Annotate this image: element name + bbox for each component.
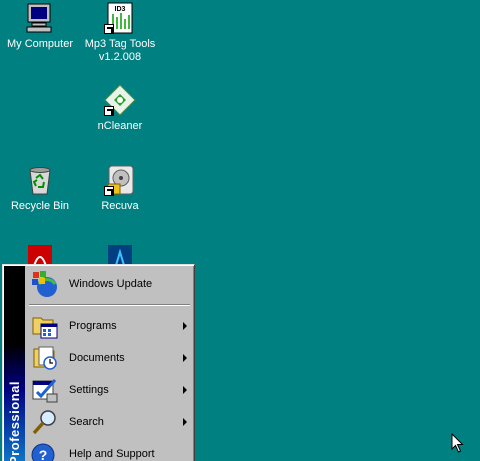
shortcut-arrow-icon bbox=[104, 24, 114, 34]
menu-item-label: Help and Support bbox=[69, 448, 155, 460]
menu-item-label: Windows Update bbox=[69, 278, 153, 290]
programs-icon bbox=[31, 312, 59, 340]
svg-text:?: ? bbox=[39, 447, 48, 461]
search-icon bbox=[31, 408, 59, 436]
submenu-arrow-icon bbox=[183, 354, 187, 362]
menu-item-settings[interactable]: Settings bbox=[27, 374, 193, 406]
start-menu: Professional Windows Update Programs Doc… bbox=[2, 264, 195, 461]
submenu-arrow-icon bbox=[183, 418, 187, 426]
computer-icon bbox=[24, 2, 56, 34]
desktop-icon-my-computer[interactable]: My Computer bbox=[0, 2, 80, 51]
desktop-icon-recuva[interactable]: Recuva bbox=[80, 164, 160, 213]
help-icon: ? bbox=[31, 440, 59, 461]
desktop-icon-label: Recuva bbox=[101, 200, 139, 212]
shortcut-arrow-icon bbox=[104, 106, 114, 116]
menu-item-label: Documents bbox=[69, 352, 125, 364]
desktop-icon-mp3-tag-tools[interactable]: ID3 Mp3 Tag Tools v1.2.008 bbox=[80, 2, 160, 64]
recycle-bin-icon bbox=[24, 164, 56, 196]
menu-item-help-and-support[interactable]: ? Help and Support bbox=[27, 438, 193, 461]
desktop-icon-ncleaner[interactable]: nCleaner bbox=[80, 84, 160, 133]
menu-item-documents[interactable]: Documents bbox=[27, 342, 193, 374]
menu-item-label: Settings bbox=[69, 384, 109, 396]
mp3-badge-text: ID3 bbox=[115, 6, 126, 13]
menu-separator bbox=[29, 304, 190, 306]
documents-icon bbox=[31, 344, 59, 372]
mouse-cursor-icon bbox=[451, 432, 464, 454]
desktop-icon-label: My Computer bbox=[6, 38, 74, 50]
recuva-icon bbox=[104, 164, 136, 196]
submenu-arrow-icon bbox=[183, 322, 187, 330]
menu-item-search[interactable]: Search bbox=[27, 406, 193, 438]
settings-icon bbox=[31, 376, 59, 404]
menu-item-windows-update[interactable]: Windows Update bbox=[27, 268, 193, 300]
menu-item-label: Search bbox=[69, 416, 104, 428]
submenu-arrow-icon bbox=[183, 386, 187, 394]
banner-text: Professional bbox=[7, 380, 22, 461]
desktop-icon-label: nCleaner bbox=[97, 120, 143, 132]
menu-item-label: Programs bbox=[69, 320, 117, 332]
menu-item-programs[interactable]: Programs bbox=[27, 310, 193, 342]
desktop[interactable]: My Computer ID3 Mp3 Tag Tools v1.2.008 n… bbox=[0, 0, 480, 461]
ncleaner-icon bbox=[104, 84, 136, 116]
mp3-tag-icon: ID3 bbox=[104, 2, 136, 34]
start-menu-banner: Professional bbox=[4, 266, 25, 461]
windows-update-icon bbox=[31, 270, 59, 298]
desktop-icon-label: Recycle Bin bbox=[10, 200, 70, 212]
desktop-icon-recycle-bin[interactable]: Recycle Bin bbox=[0, 164, 80, 213]
shortcut-arrow-icon bbox=[104, 186, 114, 196]
desktop-icon-label: Mp3 Tag Tools v1.2.008 bbox=[84, 38, 156, 63]
